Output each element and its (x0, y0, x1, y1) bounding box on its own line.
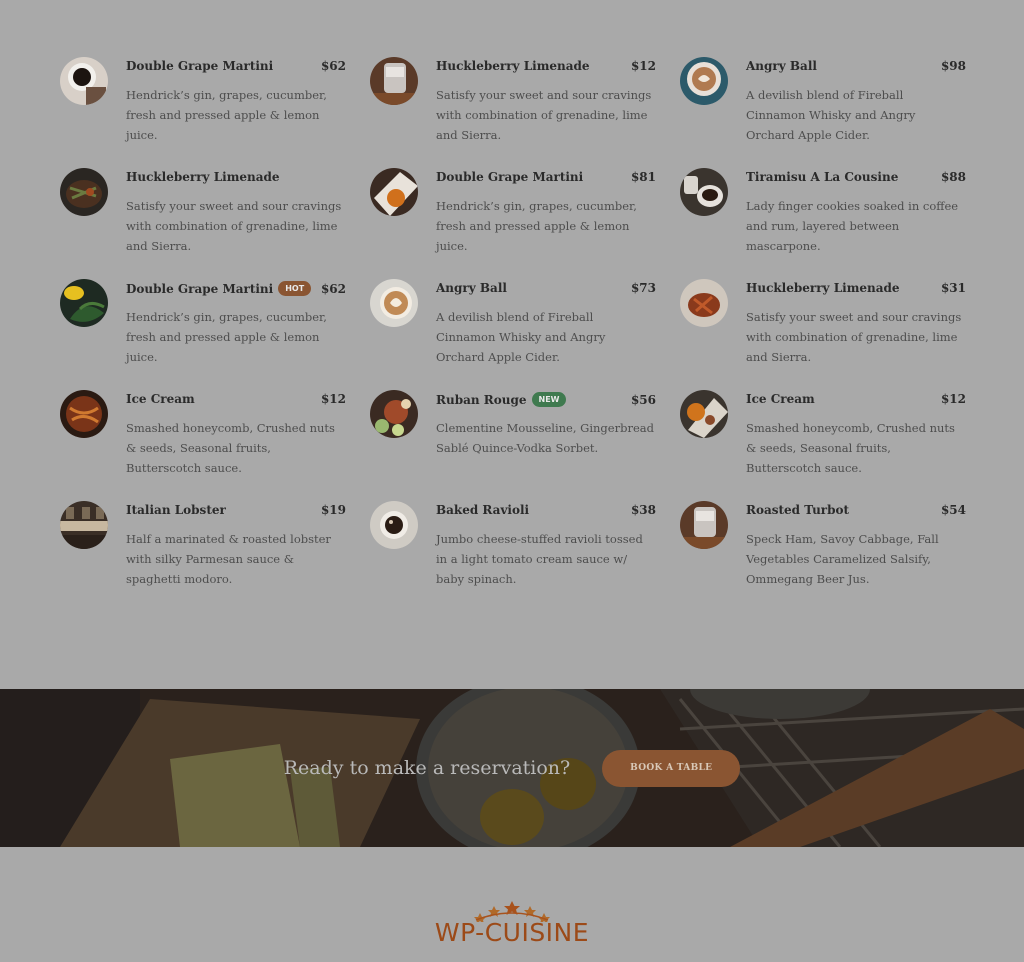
logo-text: WP-CUISINE (434, 918, 590, 947)
menu-item-name[interactable]: Angry Ball (436, 281, 507, 295)
coffee-cup-photo (60, 57, 108, 105)
menu-item-header: Huckleberry Limenade (126, 170, 346, 184)
reservation-banner: Ready to make a reservation? BOOK A TABL… (0, 689, 1024, 847)
menu-item-name[interactable]: Double Grape Martini (126, 59, 273, 73)
menu-item[interactable]: Baked Ravioli $38 Jumbo cheese-stuffed rav… (370, 501, 656, 612)
menu-item-header: Baked Ravioli $38 (436, 503, 656, 517)
menu-item-name[interactable]: Roasted Turbot (746, 503, 849, 517)
latte-art-photo (370, 279, 418, 327)
menu-item[interactable]: Double Grape Martini $62 Hendrick’s gin, g… (60, 57, 346, 168)
menu-item-name[interactable]: Italian Lobster (126, 503, 226, 517)
drink-glass-photo (680, 501, 728, 549)
menu-item-price: $12 (320, 392, 346, 406)
menu-item-name[interactable]: Baked Ravioli (436, 503, 529, 517)
lemon-greens-photo (60, 279, 108, 327)
menu-item-price: $19 (320, 503, 346, 517)
menu-item-description: Smashed honeycomb, Crushed nuts & seeds,… (126, 421, 335, 475)
dessert-photo (60, 390, 108, 438)
menu-item-price: $98 (940, 59, 966, 73)
menu-item-description: Hendrick’s gin, grapes, cucumber, fresh … (436, 199, 637, 253)
menu-item-name[interactable]: Double Grape Martini (436, 170, 583, 184)
menu-item-name[interactable]: Ice Cream (746, 392, 815, 406)
menu-item[interactable]: Huckleberry Limenade $12 Satisfy your swee… (370, 57, 656, 168)
menu-item-name[interactable]: Angry Ball (746, 59, 817, 73)
menu-item-description: Clementine Mousseline, Gingerbread Sablé… (436, 421, 654, 455)
menu-item-header: Double Grape Martini $81 (436, 170, 656, 184)
menu-item-price: $62 (320, 281, 346, 296)
menu-item[interactable]: Ice Cream $12 Smashed honeycomb, Crushed n… (60, 390, 346, 501)
menu-item-header: Roasted Turbot $54 (746, 503, 966, 517)
menu-item-price: $38 (630, 503, 656, 517)
menu-item-description: Jumbo cheese-stuffed ravioli tossed in a… (436, 532, 643, 586)
menu-item-description: Satisfy your sweet and sour cravings wit… (746, 310, 962, 364)
menu-item-name[interactable]: Huckleberry Limenade (126, 170, 280, 184)
menu-item-price: $12 (940, 392, 966, 406)
menu-item-price: $88 (940, 170, 966, 184)
menu-item[interactable]: Ice Cream $12 Smashed honeycomb, Crushed n… (680, 390, 966, 501)
footer-logo[interactable]: WP-CUISINE (0, 898, 1024, 952)
menu-item-price: $62 (320, 59, 346, 73)
menu-item-price: $12 (630, 59, 656, 73)
menu-item[interactable]: Ruban Rouge NEW $56 Clementine Mousseline, … (370, 390, 656, 501)
menu-item-header: Angry Ball $98 (746, 59, 966, 73)
latte-photo (680, 57, 728, 105)
coffee-top-photo (370, 501, 418, 549)
menu-item-description: Half a marinated & roasted lobster with … (126, 532, 331, 586)
menu-item-description: Hendrick’s gin, grapes, cucumber, fresh … (126, 88, 327, 142)
menu-item-description: Hendrick’s gin, grapes, cucumber, fresh … (126, 310, 327, 364)
menu-item-header: Ruban Rouge NEW $56 (436, 392, 656, 407)
new-badge: NEW (531, 392, 567, 407)
restaurant-interior-photo (60, 501, 108, 549)
orange-plate-photo (370, 168, 418, 216)
menu-item-header: Huckleberry Limenade $12 (436, 59, 656, 73)
roast-dish-photo (680, 279, 728, 327)
menu-item-header: Tiramisu A La Cousine $88 (746, 170, 966, 184)
menu-item-description: Satisfy your sweet and sour cravings wit… (436, 88, 652, 142)
menu-item-description: A devilish blend of Fireball Cinnamon Wh… (436, 310, 606, 364)
menu-item-price: $31 (940, 281, 966, 295)
menu-item-price: $81 (630, 170, 656, 184)
menu-item-price: $54 (940, 503, 966, 517)
book-table-button[interactable]: BOOK A TABLE (602, 749, 741, 787)
grilled-dish-photo (60, 168, 108, 216)
drink-glass-photo (370, 57, 418, 105)
menu-item-name[interactable]: Ice Cream (126, 392, 195, 406)
hot-badge: HOT (278, 281, 312, 296)
menu-item-header: Italian Lobster $19 (126, 503, 346, 517)
menu-item-name[interactable]: Huckleberry Limenade (436, 59, 590, 73)
menu-item-description: Speck Ham, Savoy Cabbage, Fall Vegetable… (746, 532, 939, 586)
salad-photo (370, 390, 418, 438)
menu-item[interactable]: Double Grape Martini $81 Hendrick’s gin, g… (370, 168, 656, 279)
menu-item[interactable]: Double Grape Martini HOT $62 Hendrick’s gin… (60, 279, 346, 390)
menu-item[interactable]: Tiramisu A La Cousine $88 Lady finger cook… (680, 168, 966, 279)
menu-item-name[interactable]: Tiramisu A La Cousine (746, 170, 898, 184)
menu-item-header: Ice Cream $12 (126, 392, 346, 406)
fruit-plate-photo (680, 390, 728, 438)
menu-grid: Double Grape Martini $62 Hendrick’s gin, g… (60, 57, 966, 612)
reservation-text: Ready to make a reservation? (283, 757, 571, 779)
menu-item[interactable]: Huckleberry Limenade Satisfy your sweet a… (60, 168, 346, 279)
menu-item-description: Smashed honeycomb, Crushed nuts & seeds,… (746, 421, 955, 475)
menu-item-name[interactable]: Huckleberry Limenade (746, 281, 900, 295)
menu-item-name[interactable]: Double Grape Martini (126, 282, 273, 296)
menu-item-description: Lady finger cookies soaked in coffee and… (746, 199, 959, 253)
menu-item[interactable]: Roasted Turbot $54 Speck Ham, Savoy Cabbag… (680, 501, 966, 612)
menu-item-name[interactable]: Ruban Rouge (436, 393, 527, 407)
menu-item-price: $73 (630, 281, 656, 295)
reservation-content: Ready to make a reservation? BOOK A TABL… (0, 689, 1024, 847)
menu-item-description: Satisfy your sweet and sour cravings wit… (126, 199, 342, 253)
menu-item[interactable]: Angry Ball $98 A devilish blend of Firebal… (680, 57, 966, 168)
menu-item-header: Huckleberry Limenade $31 (746, 281, 966, 295)
espresso-cups-photo (680, 168, 728, 216)
menu-item[interactable]: Angry Ball $73 A devilish blend of Firebal… (370, 279, 656, 390)
menu-item-header: Angry Ball $73 (436, 281, 656, 295)
menu-item-price: $56 (630, 392, 656, 407)
menu-item[interactable]: Italian Lobster $19 Half a marinated & roa… (60, 501, 346, 612)
menu-item-description: A devilish blend of Fireball Cinnamon Wh… (746, 88, 916, 142)
menu-item-header: Ice Cream $12 (746, 392, 966, 406)
menu-item[interactable]: Huckleberry Limenade $31 Satisfy your swee… (680, 279, 966, 390)
menu-item-header: Double Grape Martini $62 (126, 59, 346, 73)
menu-item-header: Double Grape Martini HOT $62 (126, 281, 346, 296)
